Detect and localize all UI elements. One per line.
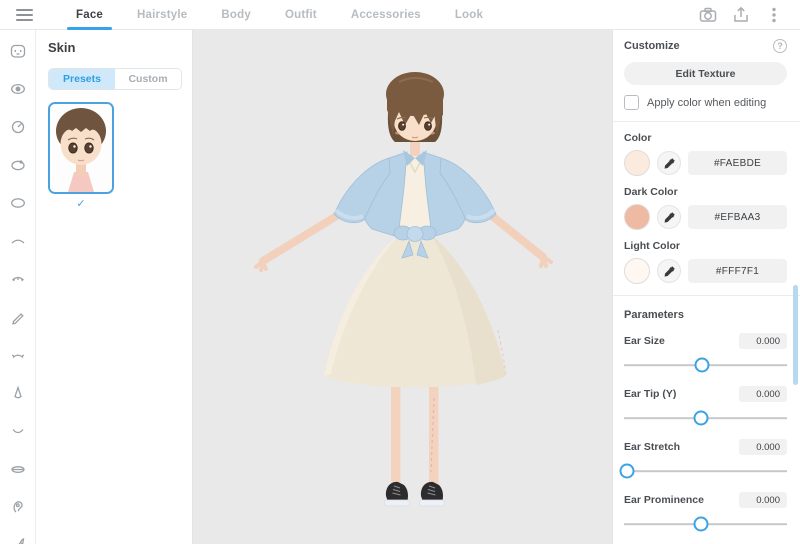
slider-value-field[interactable]: 0.000 — [739, 386, 787, 402]
apply-color-checkbox-row[interactable]: Apply color when editing — [624, 95, 787, 110]
slider-track[interactable] — [624, 409, 787, 427]
eyebrow-icon[interactable] — [5, 228, 31, 254]
divider — [613, 295, 800, 296]
dark-color-row: #EFBAA3 — [624, 204, 787, 230]
eyelash-icon[interactable] — [5, 266, 31, 292]
slider-track[interactable] — [624, 462, 787, 480]
divider — [613, 121, 800, 122]
slider-handle[interactable] — [693, 411, 708, 426]
edit-texture-button[interactable]: Edit Texture — [624, 62, 787, 85]
slider-value-field[interactable]: 0.000 — [739, 333, 787, 349]
nose-icon[interactable] — [5, 380, 31, 406]
skin-panel: Skin Presets Custom — [36, 30, 193, 544]
slider-ear-prominence: Ear Prominence 0.000 — [624, 492, 787, 533]
ear-icon[interactable] — [5, 494, 31, 520]
slider-value-field[interactable]: 0.000 — [739, 439, 787, 455]
customize-title: Customize — [624, 40, 680, 52]
tab-accessories[interactable]: Accessories — [334, 0, 438, 30]
panel-title: Skin — [48, 40, 182, 55]
slider-ear-size: Ear Size 0.000 — [624, 333, 787, 374]
eyedropper-icon[interactable] — [657, 259, 681, 283]
dark-color-hex-field[interactable]: #EFBAA3 — [688, 205, 787, 229]
presets-custom-switch: Presets Custom — [48, 68, 182, 90]
makeup-brush-icon[interactable] — [5, 532, 31, 544]
eye-highlight-icon[interactable] — [5, 152, 31, 178]
light-color-label: Light Color — [624, 240, 787, 252]
tab-look[interactable]: Look — [438, 0, 500, 30]
slider-handle[interactable] — [620, 464, 635, 479]
customize-panel: Customize ? Edit Texture Apply color whe… — [612, 30, 800, 544]
eye-icon[interactable] — [5, 76, 31, 102]
lips-icon[interactable] — [5, 456, 31, 482]
tab-hairstyle[interactable]: Hairstyle — [120, 0, 204, 30]
apply-color-label: Apply color when editing — [647, 97, 766, 109]
top-bar: Face Hairstyle Body Outfit Accessories L… — [0, 0, 800, 30]
apply-color-checkbox[interactable] — [624, 95, 639, 110]
slider-ear-tip-y: Ear Tip (Y) 0.000 — [624, 386, 787, 427]
tab-outfit[interactable]: Outfit — [268, 0, 334, 30]
export-icon[interactable] — [731, 5, 751, 25]
slider-track[interactable] — [624, 356, 787, 374]
camera-icon[interactable] — [698, 5, 718, 25]
color-hex-field[interactable]: #FAEBDE — [688, 151, 787, 175]
tab-presets[interactable]: Presets — [49, 69, 115, 89]
eyelid-icon[interactable] — [5, 342, 31, 368]
iris-icon[interactable] — [5, 114, 31, 140]
parameters-title: Parameters — [624, 309, 787, 321]
eye-white-icon[interactable] — [5, 190, 31, 216]
dark-color-swatch[interactable] — [624, 204, 650, 230]
model-viewport[interactable] — [193, 30, 612, 544]
main-area: ? Skin Presets Custom — [0, 30, 800, 544]
tab-face[interactable]: Face — [59, 0, 120, 30]
panel-scrollbar[interactable] — [793, 285, 798, 385]
eyeliner-icon[interactable] — [5, 304, 31, 330]
light-color-swatch[interactable] — [624, 258, 650, 284]
light-color-hex-field[interactable]: #FFF7F1 — [688, 259, 787, 283]
dark-color-label: Dark Color — [624, 186, 787, 198]
slider-handle[interactable] — [693, 517, 708, 532]
kebab-menu-icon[interactable] — [764, 5, 784, 25]
color-row: #FAEBDE — [624, 150, 787, 176]
slider-value-field[interactable]: 0.000 — [739, 492, 787, 508]
slider-ear-stretch: Ear Stretch 0.000 — [624, 439, 787, 480]
face-parts-sidebar: ? — [0, 30, 36, 544]
tab-custom[interactable]: Custom — [115, 69, 181, 89]
slider-handle[interactable] — [695, 358, 710, 373]
light-color-row: #FFF7F1 — [624, 258, 787, 284]
eyedropper-icon[interactable] — [657, 205, 681, 229]
tab-body[interactable]: Body — [204, 0, 268, 30]
color-swatch[interactable] — [624, 150, 650, 176]
main-tabs: Face Hairstyle Body Outfit Accessories L… — [59, 0, 500, 30]
color-label: Color — [624, 132, 787, 144]
app-window: Face Hairstyle Body Outfit Accessories L… — [0, 0, 800, 544]
character-model — [193, 30, 612, 544]
preset-selected-check-icon: ✓ — [48, 197, 114, 210]
skin-preset-thumbnail[interactable] — [48, 102, 114, 194]
help-icon[interactable]: ? — [773, 39, 787, 53]
hamburger-menu-icon[interactable] — [11, 5, 37, 25]
slider-track[interactable] — [624, 515, 787, 533]
eyedropper-icon[interactable] — [657, 151, 681, 175]
mouth-icon[interactable] — [5, 418, 31, 444]
face-icon[interactable] — [5, 38, 31, 64]
topbar-actions — [698, 5, 800, 25]
